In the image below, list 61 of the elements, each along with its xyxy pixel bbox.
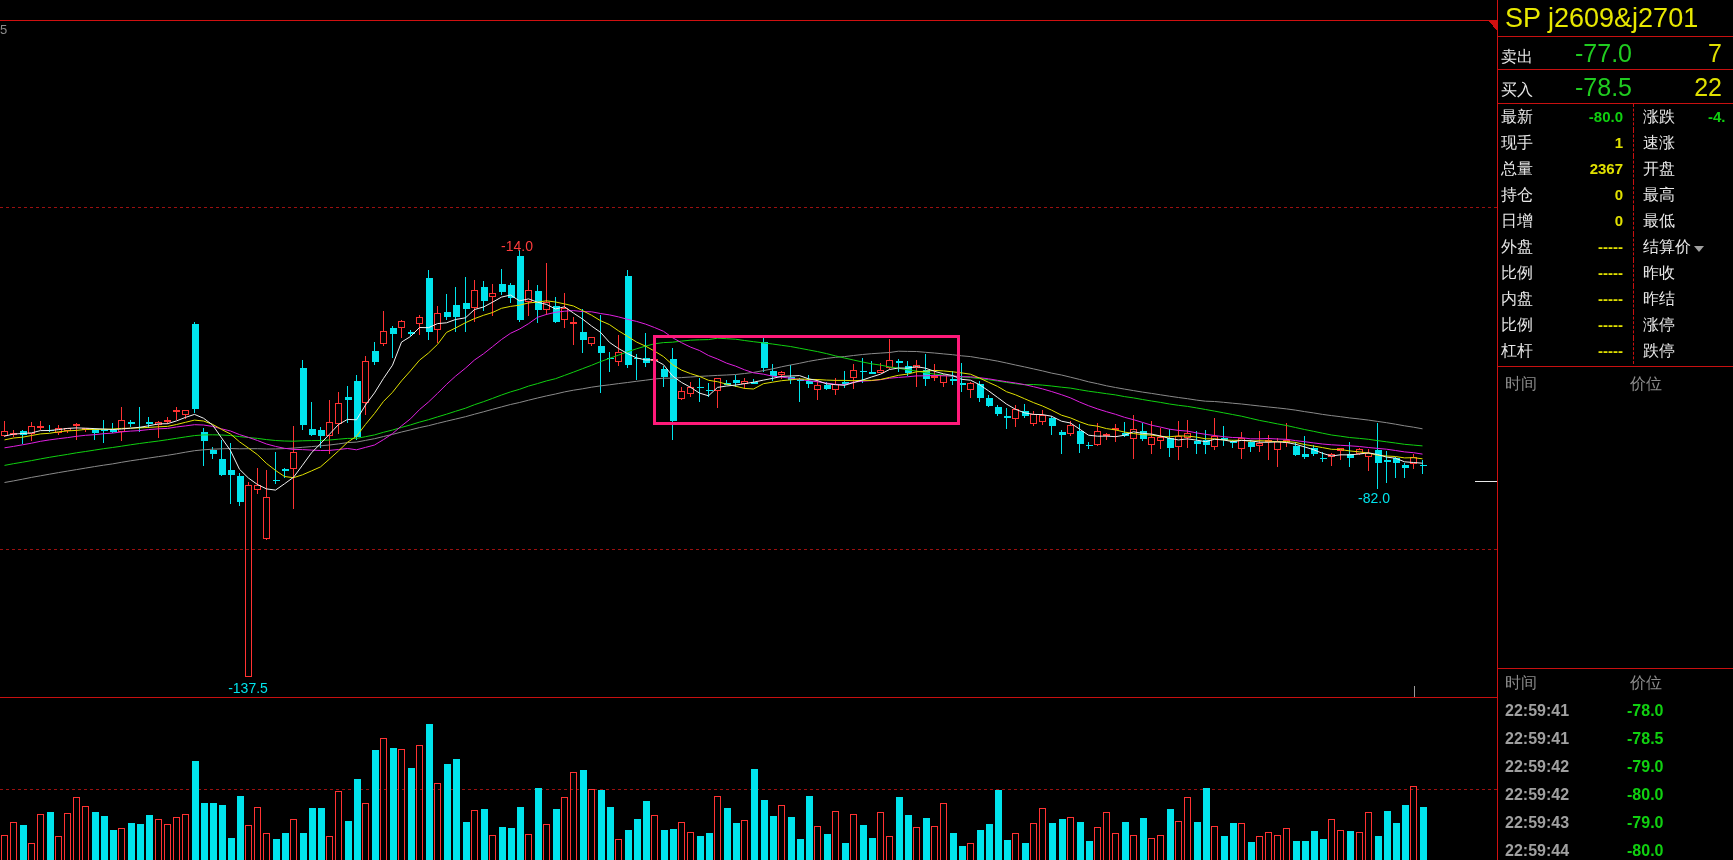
trade-price: -78.0 (1627, 702, 1664, 720)
time-tick-mark (1414, 685, 1415, 697)
stat-value: ----- (1598, 290, 1623, 308)
stat-value: 1 (1614, 134, 1623, 152)
stat-label: 跌停 (1643, 342, 1675, 360)
trade-time: 22:59:43 (1505, 814, 1571, 832)
stat-label: 外盘 (1501, 238, 1533, 256)
stat-label: 涨跌 (1643, 108, 1675, 126)
stat-value: ----- (1598, 264, 1623, 282)
stat-label: 开盘 (1643, 160, 1675, 178)
price-label: -82.0 (1358, 490, 1390, 506)
stat-value: -4. (1708, 108, 1726, 126)
trade-time: 22:59:44 (1505, 842, 1571, 860)
column-header: 时间 (1505, 375, 1538, 393)
stat-label: 杠杆 (1501, 342, 1533, 360)
stat-label: 最新 (1501, 108, 1533, 126)
instrument-title: SP j2609&j2701 (1505, 3, 1699, 33)
stat-value: ----- (1598, 342, 1623, 360)
stat-value: 0 (1614, 186, 1623, 204)
stat-value: ----- (1598, 238, 1623, 256)
stat-label: 最低 (1643, 212, 1675, 230)
stat-value: ----- (1598, 316, 1623, 334)
bid-price: -78.5 (1574, 72, 1632, 101)
stat-label: 日增 (1501, 212, 1533, 230)
price-label: -14.0 (501, 238, 533, 254)
stat-label: 比例 (1501, 316, 1533, 334)
column-header: 时间 (1505, 674, 1538, 692)
stat-label: 总量 (1501, 160, 1533, 178)
bid-volume: 22 (1693, 72, 1722, 101)
trade-time: 22:59:42 (1505, 758, 1571, 776)
trade-price: -80.0 (1627, 842, 1664, 860)
stat-value: 0 (1614, 212, 1623, 230)
last-price-line (1474, 481, 1497, 482)
ask-label: 卖出 (1500, 46, 1534, 66)
trade-price: -79.0 (1627, 814, 1664, 832)
trade-time: 22:59:41 (1505, 730, 1571, 748)
stat-label: 涨停 (1643, 316, 1675, 334)
column-header: 价位 (1630, 375, 1662, 393)
price-label: -137.5 (228, 680, 268, 696)
trade-price: -78.5 (1627, 730, 1664, 748)
stat-label: 现手 (1501, 134, 1533, 152)
stat-value: 2367 (1589, 160, 1623, 178)
trade-time: 22:59:41 (1505, 702, 1571, 720)
trade-price: -79.0 (1627, 758, 1664, 776)
trade-time: 22:59:42 (1505, 786, 1571, 804)
stat-label: 昨收 (1643, 264, 1675, 282)
column-header: 价位 (1630, 674, 1662, 692)
trade-price: -80.0 (1627, 786, 1664, 804)
stat-label: 内盘 (1501, 290, 1533, 308)
stat-label: 昨结 (1643, 290, 1675, 308)
stat-label: 结算价 (1643, 238, 1691, 256)
axis-label: 5 (0, 22, 8, 37)
stat-label: 速涨 (1643, 134, 1675, 152)
stat-label: 最高 (1643, 186, 1675, 204)
stat-value: -80.0 (1588, 108, 1623, 126)
stat-label: 持仓 (1501, 186, 1533, 204)
ask-price: -77.0 (1574, 39, 1632, 67)
bid-label: 买入 (1500, 80, 1534, 99)
ask-volume: 7 (1707, 39, 1722, 67)
stat-label: 比例 (1501, 264, 1533, 282)
caret-down-icon[interactable] (1694, 245, 1704, 252)
